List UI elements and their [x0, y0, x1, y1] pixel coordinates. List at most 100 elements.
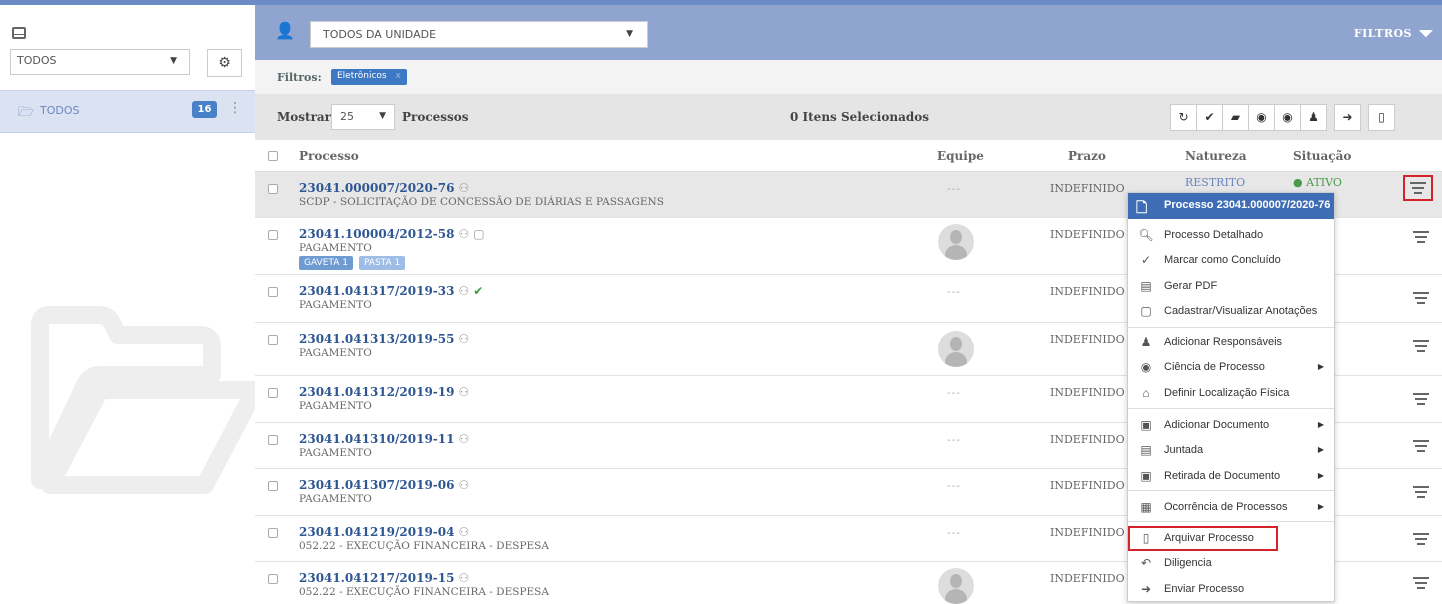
process-description: PAGAMENTO [299, 242, 372, 254]
menu-item-adicionar-responsaveis[interactable]: ♟ Adicionar Responsáveis [1128, 330, 1334, 355]
row-checkbox[interactable] [268, 481, 278, 491]
row-menu-button[interactable] [1410, 437, 1432, 455]
col-natureza[interactable]: Natureza [1185, 149, 1247, 163]
row-menu-button[interactable] [1410, 390, 1432, 408]
row-menu-button[interactable] [1410, 228, 1432, 246]
row-menu-button[interactable] [1403, 175, 1433, 201]
add-responsible-button[interactable]: ♟ [1300, 104, 1327, 131]
menu-item-adicionar-documento[interactable]: ▣ Adicionar Documento ▶ [1128, 413, 1334, 438]
menu-item-marcar-concluido[interactable]: ✓ Marcar como Concluído [1128, 248, 1334, 273]
row-menu-button[interactable] [1410, 289, 1432, 307]
menu-item-arquivar[interactable]: ▯ Arquivar Processo [1128, 526, 1278, 551]
process-number[interactable]: 23041.041307/2019-06 ⚇ [299, 478, 469, 492]
row-menu-button[interactable] [1410, 483, 1432, 501]
menu-item-gerar-pdf[interactable]: ▤ Gerar PDF [1128, 274, 1334, 299]
avatar [938, 568, 974, 604]
team-empty: --- [947, 388, 961, 399]
unit-select[interactable]: TODOS ▼ [10, 49, 190, 75]
avatar [938, 224, 974, 260]
empty-folder-illustration-icon [31, 306, 260, 494]
archive-button[interactable]: ▯ [1368, 104, 1395, 131]
col-equipe[interactable]: Equipe [937, 149, 984, 163]
col-prazo[interactable]: Prazo [1068, 149, 1106, 163]
row-menu-button[interactable] [1410, 530, 1432, 548]
team-empty: --- [947, 528, 961, 539]
menu-item-label: Ocorrência de Processos [1164, 501, 1288, 513]
submenu-arrow-icon: ▶ [1317, 362, 1324, 371]
pdf-icon: ▤ [1140, 279, 1152, 293]
process-number[interactable]: 23041.000007/2020-76 ⚇ [299, 181, 469, 195]
note-icon: ▢ [1140, 304, 1152, 318]
row-checkbox[interactable] [268, 435, 278, 445]
menu-item-enviar[interactable]: ➜ Enviar Processo [1128, 577, 1334, 602]
filters-toggle[interactable]: FILTROS [1354, 27, 1412, 40]
menu-item-diligencia[interactable]: ↶ Diligencia [1128, 551, 1334, 576]
context-menu-title: 🗋 Processo 23041.000007/2020-76 [1128, 193, 1334, 219]
open-folder-button[interactable]: ▰ [1222, 104, 1249, 131]
filter-chip-label: Eletrônicos [337, 71, 387, 81]
user-filter-select[interactable]: TODOS DA UNIDADE ▼ [310, 21, 648, 48]
eye-check-icon: ◉ [1282, 110, 1293, 124]
menu-item-label: Marcar como Concluído [1164, 254, 1281, 266]
menu-item-label: Retirada de Documento [1164, 470, 1281, 482]
nature-badge: RESTRITO [1185, 176, 1246, 189]
process-number-text: 23041.041307/2019-06 [299, 478, 455, 492]
row-menu-button[interactable] [1410, 574, 1432, 592]
team-empty: --- [947, 481, 961, 492]
row-checkbox[interactable] [268, 184, 278, 194]
person-icon: ⚇ [458, 181, 470, 195]
settings-gear-button[interactable]: ⚙ [207, 49, 242, 77]
person-icon: ⚇ [458, 227, 470, 241]
process-description: PAGAMENTO [299, 493, 372, 505]
funnel-icon[interactable]: ⏷ [1418, 21, 1434, 45]
row-checkbox[interactable] [268, 574, 278, 584]
menu-item-retirada[interactable]: ▣ Retirada de Documento ▶ [1128, 464, 1334, 489]
row-menu-button[interactable] [1410, 337, 1432, 355]
menu-item-juntada[interactable]: ▤ Juntada ▶ [1128, 438, 1334, 463]
file-plus-icon: ▣ [1140, 418, 1152, 432]
process-number[interactable]: 23041.100004/2012-58 ⚇ ▢ [299, 227, 485, 241]
eye-icon: ◉ [1140, 360, 1152, 374]
row-checkbox[interactable] [268, 287, 278, 297]
menu-item-ciencia[interactable]: ◉ Ciência de Processo ▶ [1128, 355, 1334, 380]
menu-item-label: Ciência de Processo [1164, 361, 1265, 373]
process-number[interactable]: 23041.041217/2019-15 ⚇ [299, 571, 469, 585]
process-number[interactable]: 23041.041312/2019-19 ⚇ [299, 385, 469, 399]
process-number-text: 23041.041310/2019-11 [299, 432, 455, 446]
row-checkbox[interactable] [268, 335, 278, 345]
menu-item-processo-detalhado[interactable]: 🔍︎ Processo Detalhado [1128, 223, 1334, 248]
file-archive-icon: ▯ [1378, 110, 1385, 124]
refresh-button[interactable]: ↻ [1170, 104, 1197, 131]
send-button[interactable]: ➜ [1334, 104, 1361, 131]
remove-filter-button[interactable]: x [396, 71, 401, 81]
col-situacao[interactable]: Situação [1293, 149, 1351, 163]
process-number-text: 23041.041313/2019-55 [299, 332, 455, 346]
page-size-select[interactable]: 25 ▼ [331, 104, 395, 130]
deadline: INDEFINIDO [1050, 333, 1125, 346]
select-all-checkbox[interactable] [268, 151, 278, 161]
process-number[interactable]: 23041.041219/2019-04 ⚇ [299, 525, 469, 539]
submenu-arrow-icon: ▶ [1317, 420, 1324, 429]
view-acknowledge-button[interactable]: ◉ [1248, 104, 1275, 131]
file-icon: 🗋 [1136, 199, 1148, 215]
row-checkbox[interactable] [268, 230, 278, 240]
menu-item-anotacoes[interactable]: ▢ Cadastrar/Visualizar Anotações [1128, 299, 1334, 324]
folder-tag: PASTA 1 [358, 256, 406, 270]
process-number[interactable]: 23041.041313/2019-55 ⚇ [299, 332, 469, 346]
menu-item-ocorrencia[interactable]: ▦ Ocorrência de Processos ▶ [1128, 495, 1334, 520]
deadline: INDEFINIDO [1050, 228, 1125, 241]
unit-select-value: TODOS [17, 54, 57, 67]
col-processo[interactable]: Processo [299, 149, 359, 163]
view-acknowledge-done-button[interactable]: ◉ [1274, 104, 1301, 131]
mark-done-button[interactable]: ✔ [1196, 104, 1223, 131]
menu-item-label: Arquivar Processo [1164, 532, 1254, 544]
menu-item-localizacao[interactable]: ⌂ Definir Localização Física [1128, 381, 1334, 406]
row-checkbox[interactable] [268, 528, 278, 538]
sidebar-item-todos[interactable]: 🗁 TODOS 16 ⋮ [0, 90, 255, 133]
process-number[interactable]: 23041.041310/2019-11 ⚇ [299, 432, 469, 446]
process-number[interactable]: 23041.041317/2019-33 ⚇ ✔ [299, 284, 483, 298]
menu-divider [1128, 521, 1334, 522]
row-checkbox[interactable] [268, 388, 278, 398]
menu-item-label: Diligencia [1164, 557, 1212, 569]
kebab-menu-icon[interactable]: ⋮ [228, 100, 242, 116]
